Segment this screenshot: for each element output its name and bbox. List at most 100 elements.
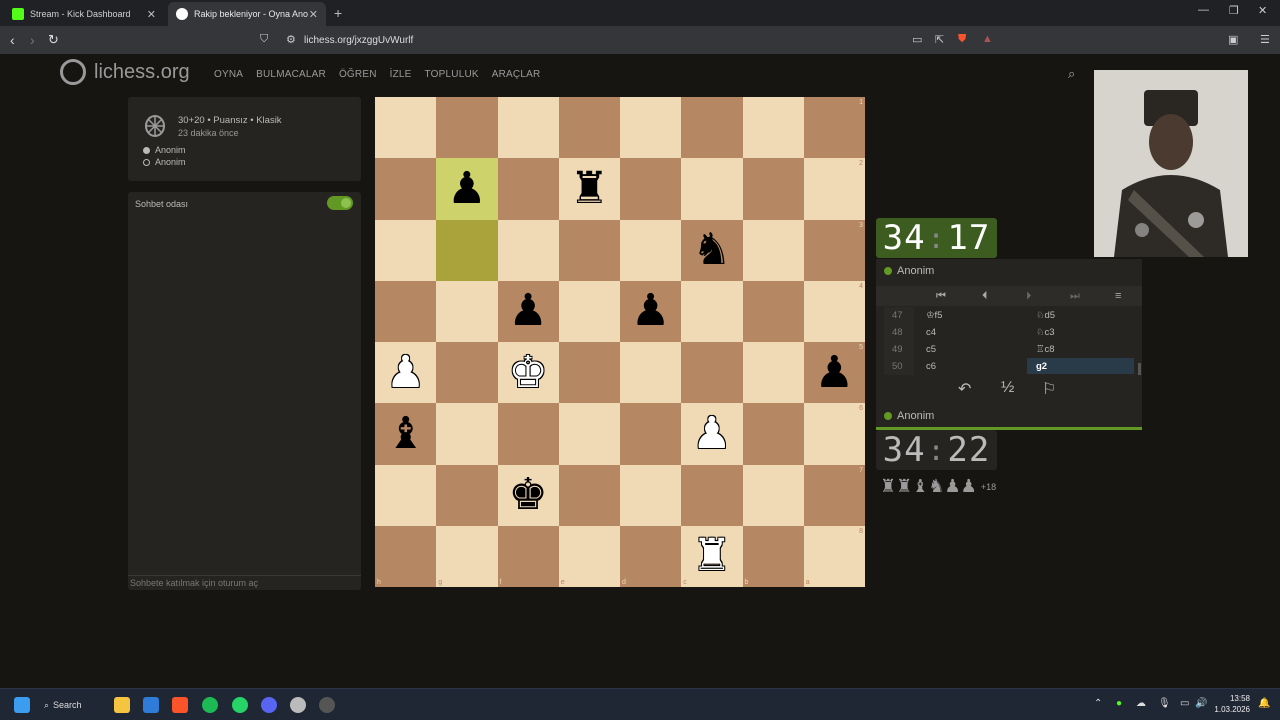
brave-rewards-icon[interactable]: ▲	[982, 33, 993, 45]
board-square[interactable]: h	[375, 525, 437, 587]
chess-board[interactable]: 1 ♟ ♜ 2 ♞ 3 ♟ ♟ 4 ♟ ♚ ♟ 5 ♝ ♟ 6 ♚ 7 h g f e d ♜ c b 8 a	[375, 97, 865, 587]
share-icon[interactable]: ⇱	[935, 33, 944, 46]
board-square[interactable]: ♟	[620, 280, 682, 342]
volume-icon[interactable]: 🔊	[1195, 698, 1207, 709]
board-square[interactable]	[558, 403, 620, 465]
tray-app-icon[interactable]: ●	[1116, 698, 1122, 709]
board-square[interactable]	[558, 219, 620, 281]
board-square[interactable]	[375, 280, 437, 342]
black-pawn-piece[interactable]: ♟	[815, 350, 854, 395]
board-square[interactable]	[742, 280, 804, 342]
sidebar-icon[interactable]: ▣	[1228, 33, 1238, 46]
prev-move-icon[interactable]: ⏴	[982, 290, 988, 303]
discord-icon[interactable]	[261, 697, 277, 713]
chatgpt-icon[interactable]	[290, 697, 306, 713]
offer-draw-icon[interactable]: ½	[1001, 379, 1014, 397]
tab-lichess[interactable]: Rakip bekleniyor - Oyna Ano ✕	[168, 2, 326, 26]
board-square[interactable]: b	[742, 525, 804, 587]
board-square[interactable]	[558, 464, 620, 526]
board-square[interactable]	[742, 403, 804, 465]
board-square[interactable]: ♜	[558, 158, 620, 220]
board-square[interactable]	[436, 464, 498, 526]
black-move[interactable]: ♖c8	[1036, 344, 1055, 355]
board-square[interactable]	[742, 464, 804, 526]
board-square[interactable]	[620, 219, 682, 281]
cast-icon[interactable]: ▭	[912, 33, 922, 46]
board-square[interactable]: f	[497, 525, 559, 587]
board-square[interactable]	[681, 464, 743, 526]
bottom-player[interactable]: Anonim	[884, 410, 934, 422]
board-square[interactable]	[436, 219, 498, 281]
black-rook-piece[interactable]: ♜	[570, 166, 609, 211]
board-square[interactable]	[497, 403, 559, 465]
black-bishop-piece[interactable]: ♝	[386, 411, 425, 456]
close-window-button[interactable]: ✕	[1258, 4, 1267, 17]
board-square[interactable]	[620, 342, 682, 404]
menu-item-learn[interactable]: ÖĞREN	[339, 69, 377, 80]
board-square[interactable]	[497, 97, 559, 159]
black-move[interactable]: ♘d5	[1036, 310, 1055, 321]
board-square[interactable]	[742, 97, 804, 159]
network-icon[interactable]: ▭	[1180, 698, 1189, 709]
board-square[interactable]	[742, 158, 804, 220]
next-move-icon[interactable]: ⏵	[1026, 290, 1032, 303]
microphone-icon[interactable]: 🎙	[1158, 698, 1171, 709]
brave-shield-icon[interactable]: ⛊	[958, 33, 966, 46]
move-list-scrollbar[interactable]	[1138, 363, 1141, 375]
black-knight-piece[interactable]: ♞	[692, 228, 731, 272]
minimize-button[interactable]: —	[1198, 4, 1209, 16]
board-square[interactable]: ♟ 5	[803, 342, 865, 404]
close-tab-icon[interactable]: ✕	[147, 8, 156, 21]
board-square[interactable]	[681, 97, 743, 159]
white-pawn-piece[interactable]: ♟	[386, 350, 425, 395]
board-square[interactable]	[375, 97, 437, 159]
black-player-row[interactable]: Anonim	[143, 157, 186, 167]
board-square[interactable]: 1	[803, 97, 865, 159]
board-square[interactable]	[375, 219, 437, 281]
board-square[interactable]	[497, 219, 559, 281]
board-square[interactable]	[375, 464, 437, 526]
brave-icon[interactable]	[172, 697, 188, 713]
white-move[interactable]: c4	[926, 327, 936, 338]
board-square[interactable]	[742, 342, 804, 404]
board-square[interactable]: e	[558, 525, 620, 587]
board-square[interactable]: ♟	[497, 280, 559, 342]
black-pawn-piece[interactable]: ♟	[631, 289, 670, 333]
chat-toggle[interactable]	[327, 196, 353, 210]
whatsapp-icon[interactable]	[232, 697, 248, 713]
board-square[interactable]: ♟	[681, 403, 743, 465]
new-tab-button[interactable]: +	[334, 5, 342, 21]
taskbar-search[interactable]: ⌕ Search	[44, 696, 102, 714]
board-square[interactable]	[620, 97, 682, 159]
board-square[interactable]: d	[620, 525, 682, 587]
menu-item-puzzles[interactable]: BULMACALAR	[256, 69, 326, 80]
tab-kick-dashboard[interactable]: Stream - Kick Dashboard ✕	[4, 2, 164, 26]
first-move-icon[interactable]: ⏮	[936, 290, 946, 303]
board-square[interactable]	[620, 158, 682, 220]
board-square[interactable]: ♝	[375, 403, 437, 465]
menu-item-play[interactable]: OYNA	[214, 69, 243, 80]
board-square[interactable]	[436, 342, 498, 404]
board-square[interactable]	[620, 464, 682, 526]
board-square[interactable]	[681, 280, 743, 342]
board-square[interactable]: ♟	[436, 158, 498, 220]
spotify-icon[interactable]	[202, 697, 218, 713]
board-square[interactable]	[558, 280, 620, 342]
site-logo[interactable]: lichess.org	[60, 59, 190, 85]
board-square[interactable]: ♚	[497, 342, 559, 404]
url-field[interactable]: lichess.org/jxzggUvWurlf	[280, 30, 1000, 50]
board-square[interactable]	[375, 158, 437, 220]
resign-flag-icon[interactable]: ⚐	[1042, 379, 1056, 399]
last-move-icon[interactable]: ⏭	[1070, 290, 1080, 303]
board-square[interactable]	[497, 158, 559, 220]
outlook-icon[interactable]	[143, 697, 159, 713]
close-tab-icon[interactable]: ✕	[309, 8, 318, 21]
current-move[interactable]: g2	[1027, 358, 1134, 374]
notification-bell-icon[interactable]: 🔔	[1258, 698, 1270, 709]
board-square[interactable]	[558, 97, 620, 159]
white-move[interactable]: c5	[926, 344, 936, 355]
menu-icon[interactable]: ≡	[1115, 290, 1121, 302]
white-move[interactable]: ♔f5	[926, 310, 942, 321]
tray-chevron-icon[interactable]: ⌃	[1094, 698, 1102, 709]
board-square[interactable]: ♞	[681, 219, 743, 281]
